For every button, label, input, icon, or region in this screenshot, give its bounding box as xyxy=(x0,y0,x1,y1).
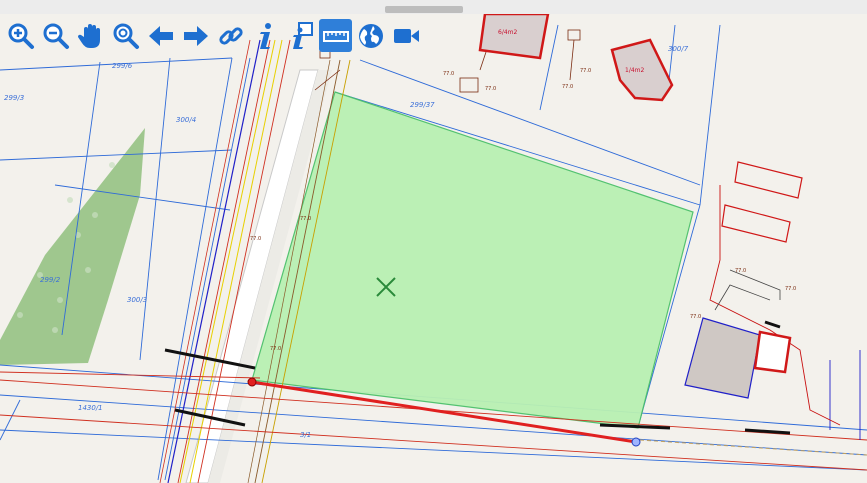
arrow-left-icon xyxy=(148,25,173,46)
svg-text:299/2: 299/2 xyxy=(40,276,61,284)
svg-text:300/4: 300/4 xyxy=(176,116,196,124)
globe-icon xyxy=(358,23,383,48)
video-button[interactable] xyxy=(389,19,422,52)
zoom-search-icon xyxy=(113,23,139,49)
zoom-out-icon xyxy=(43,23,69,49)
building-d xyxy=(753,330,792,374)
svg-text:77.0: 77.0 xyxy=(250,236,261,242)
measure-button[interactable] xyxy=(319,19,352,52)
link-button[interactable] xyxy=(214,19,247,52)
svg-text:77.0: 77.0 xyxy=(485,86,496,92)
svg-text:77.0: 77.0 xyxy=(300,216,311,222)
svg-text:77.0: 77.0 xyxy=(580,68,591,74)
svg-text:299/3: 299/3 xyxy=(4,94,24,102)
svg-text:77.0: 77.0 xyxy=(690,314,701,320)
svg-text:77.0: 77.0 xyxy=(735,268,746,274)
svg-text:77.0: 77.0 xyxy=(270,346,281,352)
building-a xyxy=(478,14,550,60)
svg-text:1430/1: 1430/1 xyxy=(78,404,103,412)
zoom-in-icon xyxy=(8,23,34,49)
back-button[interactable] xyxy=(144,19,177,52)
top-scrollbar[interactable] xyxy=(0,0,867,15)
building-a-label: 6/4m2 xyxy=(498,29,518,36)
video-camera-icon xyxy=(393,28,419,43)
zoom-in-button[interactable] xyxy=(4,19,37,52)
info-button[interactable] xyxy=(249,19,282,52)
svg-text:300/7: 300/7 xyxy=(668,45,689,53)
svg-text:3/1: 3/1 xyxy=(300,431,311,439)
info-extended-button[interactable] xyxy=(284,19,317,52)
svg-text:77.0: 77.0 xyxy=(562,84,573,90)
map-toolbar xyxy=(4,19,422,53)
svg-text:299/6: 299/6 xyxy=(112,62,133,70)
measure-start-point[interactable] xyxy=(247,377,257,387)
pan-button[interactable] xyxy=(74,19,107,52)
svg-text:299/37: 299/37 xyxy=(410,101,435,109)
zoom-extent-button[interactable] xyxy=(109,19,142,52)
building-b-label: 1/4m2 xyxy=(625,67,645,74)
arrow-right-icon xyxy=(183,25,208,46)
chain-link-icon xyxy=(218,26,243,45)
scrollbar-thumb[interactable] xyxy=(385,6,463,13)
map-canvas[interactable]: 77.0 77.0 77.0 77.0 77.0 77.0 77.0 77.0 … xyxy=(0,14,867,483)
svg-text:77.0: 77.0 xyxy=(785,286,796,292)
svg-text:77.0: 77.0 xyxy=(443,71,454,77)
svg-text:300/3: 300/3 xyxy=(127,296,147,304)
info-document-icon xyxy=(292,21,313,49)
forward-button[interactable] xyxy=(179,19,212,52)
hand-icon xyxy=(77,23,100,48)
ruler-icon xyxy=(322,30,349,42)
globe-button[interactable] xyxy=(354,19,387,52)
zoom-out-button[interactable] xyxy=(39,19,72,52)
measure-end-point[interactable] xyxy=(631,437,641,447)
info-icon xyxy=(259,22,271,49)
